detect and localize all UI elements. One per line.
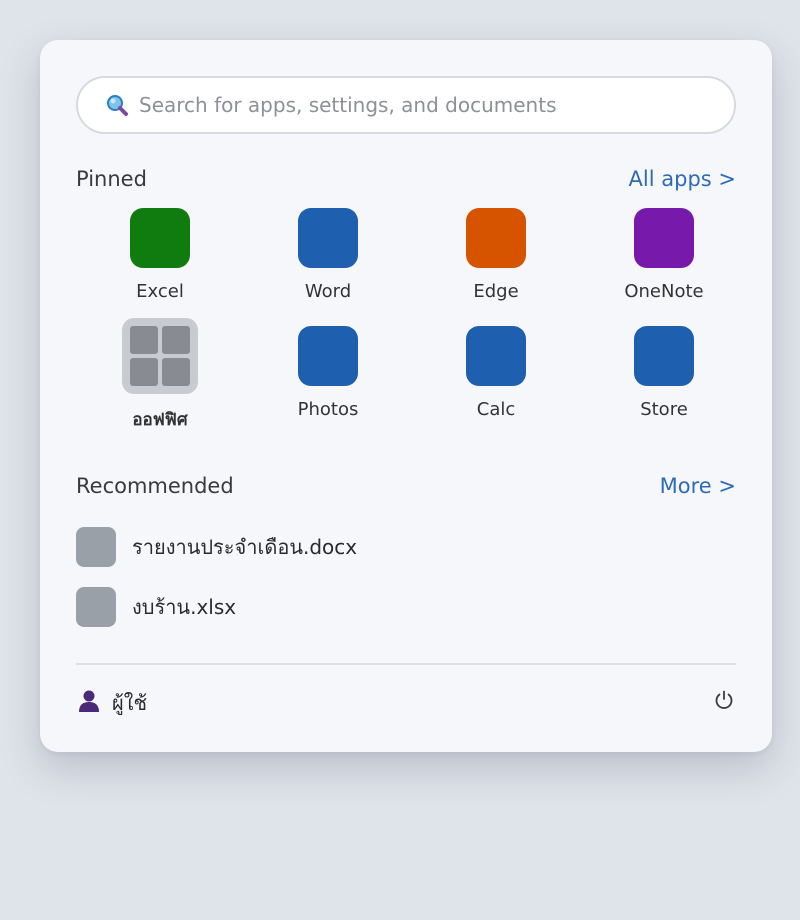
grid-cell [130, 358, 158, 386]
app-label: Calc [476, 399, 516, 420]
pinned-app-onenote[interactable]: OneNote [580, 208, 748, 302]
start-menu: Search for apps, settings, and documents… [40, 40, 772, 752]
user-name: ผู้ใช้ [112, 691, 148, 715]
pinned-app-store[interactable]: Store [580, 326, 748, 420]
power-icon [713, 689, 735, 715]
store-icon [634, 326, 694, 386]
document-icon [76, 527, 116, 567]
user-account-button[interactable]: ผู้ใช้ [76, 688, 147, 718]
pinned-app-calc[interactable]: Calc [412, 326, 580, 420]
grid-cell [162, 358, 190, 386]
pinned-app-photos[interactable]: Photos [244, 326, 412, 420]
more-button[interactable]: More > [660, 474, 736, 498]
app-grid-icon [122, 318, 198, 394]
app-label: Store [640, 399, 688, 420]
app-label: Word [304, 281, 352, 302]
footer-divider [76, 663, 736, 665]
search-icon [105, 93, 129, 117]
user-icon [76, 688, 102, 718]
app-label: Photos [297, 399, 359, 420]
pinned-app-edge[interactable]: Edge [412, 208, 580, 302]
app-label: Excel [136, 281, 184, 302]
recommended-header: Recommended More > [76, 471, 736, 501]
word-icon [298, 208, 358, 268]
recommended-item[interactable]: รายงานประจำเดือน.docx [76, 526, 357, 568]
app-label: ออฟฟิศ [132, 410, 188, 430]
spreadsheet-icon [76, 587, 116, 627]
grid-cell [130, 326, 158, 354]
pinned-app-office[interactable]: ออฟฟิศ [76, 318, 244, 433]
power-button[interactable] [712, 690, 736, 714]
edge-icon [466, 208, 526, 268]
recommended-item[interactable]: งบร้าน.xlsx [76, 586, 236, 628]
search-box[interactable]: Search for apps, settings, and documents [76, 76, 736, 134]
photos-icon [298, 326, 358, 386]
recommended-title: Recommended [76, 474, 234, 498]
recommended-item-name: งบร้าน.xlsx [132, 595, 237, 619]
search-placeholder: Search for apps, settings, and documents [139, 93, 557, 117]
pinned-app-excel[interactable]: Excel [76, 208, 244, 302]
all-apps-button[interactable]: All apps > [629, 167, 736, 191]
pinned-header: Pinned All apps > [76, 164, 736, 194]
excel-icon [130, 208, 190, 268]
app-label: Edge [473, 281, 519, 302]
app-label: OneNote [624, 281, 704, 302]
pinned-title: Pinned [76, 167, 147, 191]
pinned-app-word[interactable]: Word [244, 208, 412, 302]
onenote-icon [634, 208, 694, 268]
grid-cell [162, 326, 190, 354]
calculator-icon [466, 326, 526, 386]
recommended-item-name: รายงานประจำเดือน.docx [132, 535, 358, 559]
